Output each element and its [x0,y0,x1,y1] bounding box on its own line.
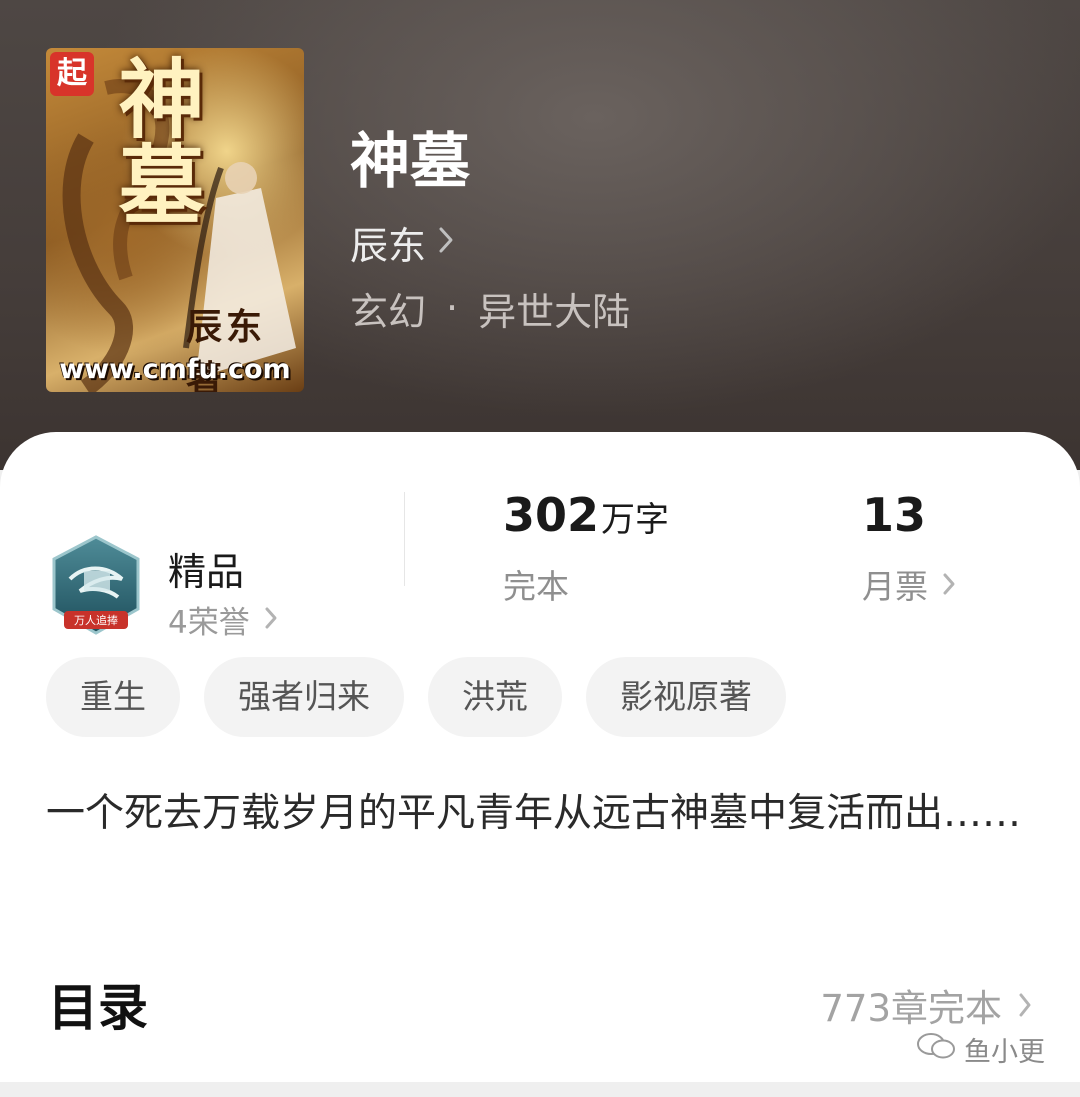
monthly-votes-value: 13 [862,488,927,542]
cover-badge: 起 [50,52,94,96]
watermark-text: 鱼小更 [964,1037,1045,1068]
honor-section[interactable]: 万人追捧 精品 4荣誉 [50,535,410,645]
watermark: 鱼小更 [916,1030,1045,1069]
subgenre[interactable]: 异世大陆 [478,281,630,336]
book-cover[interactable]: 起 神墓 辰东著 www.cmfu.com [46,48,304,392]
stats-divider [404,492,405,586]
honor-count: 4荣誉 [168,597,278,642]
word-count-value: 302 [503,488,600,542]
honor-name: 精品 [168,550,245,594]
tag-chip[interactable]: 强者归来 [204,657,404,737]
monthly-votes-stat: 13 [862,488,926,542]
author-link[interactable]: 辰东 [350,214,454,270]
chevron-right-icon [942,565,956,604]
monthly-votes-label: 月票 [862,567,928,606]
word-count-unit: 万字 [601,500,670,540]
monthly-votes-link[interactable]: 月票 [862,560,956,608]
author-name: 辰东 [350,223,427,268]
tag-list: 重生 强者归来 洪荒 影视原著 [46,657,786,737]
wechat-icon [916,1031,956,1068]
bottom-divider [0,1082,1080,1097]
tag-chip[interactable]: 影视原著 [586,657,786,737]
genre-row: 玄幻 · 异世大陆 [350,280,630,336]
toc-info: 773章完本 [820,978,1032,1032]
cover-title: 神墓 [103,54,204,226]
tag-chip[interactable]: 重生 [46,657,180,737]
chevron-right-icon [264,602,278,638]
tag-chip[interactable]: 洪荒 [428,657,562,737]
book-status: 完本 [503,567,569,606]
chevron-right-icon [1018,984,1032,1027]
genre[interactable]: 玄幻 [350,281,426,336]
word-count-stat: 302万字 [503,488,669,542]
book-description[interactable]: 一个死去万载岁月的平凡青年从远古神墓中复活而出…… [46,778,1036,850]
honor-count-label: 4荣誉 [168,605,250,641]
genre-separator: · [446,286,459,330]
honor-icon-label: 万人追捧 [74,613,118,627]
cover-url: www.cmfu.com [59,354,291,385]
toc-title: 目录 [48,979,148,1037]
chapter-count: 773章完本 [820,987,1002,1030]
chevron-right-icon [438,226,454,258]
honor-badge-icon: 万人追捧 [52,535,140,635]
book-header: 起 神墓 辰东著 www.cmfu.com 神墓 辰东 玄幻 · 异世大陆 [0,0,1080,470]
book-title: 神墓 [350,127,470,197]
